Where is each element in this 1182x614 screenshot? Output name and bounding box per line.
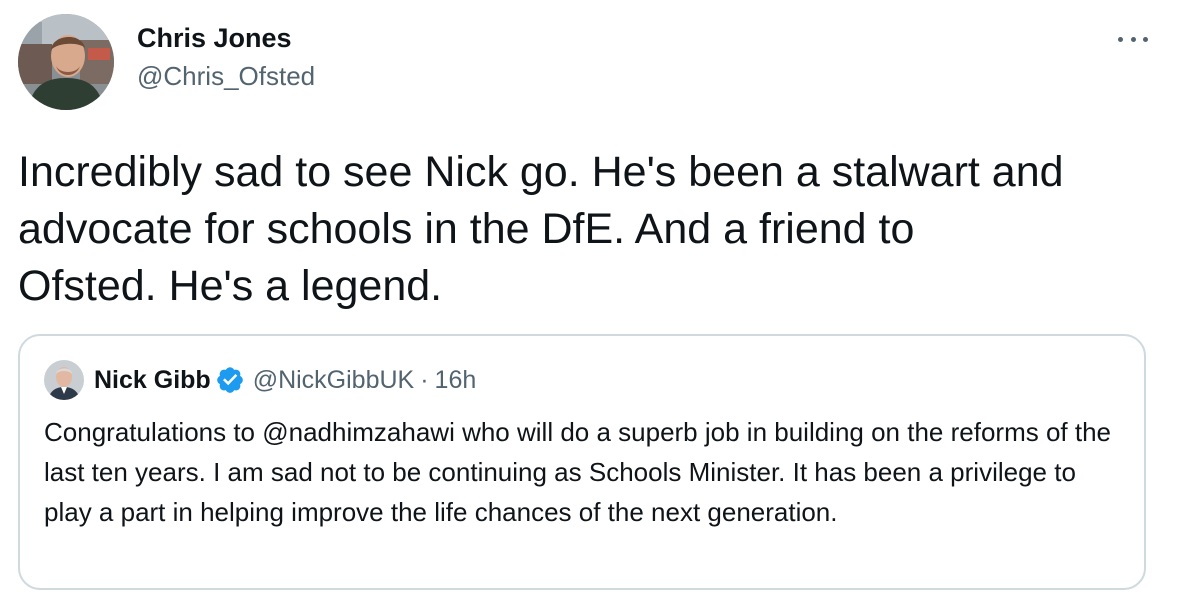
quoted-author-avatar[interactable] (44, 360, 84, 400)
ellipsis-icon-dot (1143, 36, 1148, 42)
quoted-tweet-header: Nick Gibb @NickGibbUK · 16h (44, 360, 476, 400)
tweet-header: Chris Jones @Chris_Ofsted (18, 14, 315, 110)
quoted-tweet[interactable]: Nick Gibb @NickGibbUK · 16h Congratulati… (18, 334, 1146, 590)
quoted-author-avatar-image (44, 360, 84, 400)
author-handle[interactable]: @Chris_Ofsted (137, 59, 315, 93)
quoted-author-name[interactable]: Nick Gibb (94, 366, 211, 395)
author-display-name[interactable]: Chris Jones (137, 21, 315, 55)
quoted-tweet-timestamp[interactable]: 16h (435, 366, 477, 395)
tweet-card: Chris Jones @Chris_Ofsted Incredibly sad… (0, 0, 1182, 614)
tweet-text: Incredibly sad to see Nick go. He's been… (18, 148, 1064, 310)
author-names: Chris Jones @Chris_Ofsted (137, 21, 315, 93)
author-avatar[interactable] (18, 14, 114, 110)
quoted-author-handle[interactable]: @NickGibbUK (253, 366, 415, 395)
ellipsis-icon (1118, 36, 1123, 42)
author-avatar-image (18, 14, 114, 110)
ellipsis-icon-dot (1130, 36, 1136, 42)
more-options-button[interactable] (1118, 26, 1148, 52)
quoted-tweet-text: Congratulations to @nadhimzahawi who wil… (44, 417, 1112, 527)
verified-badge-icon (215, 365, 245, 395)
separator-dot: · (420, 365, 429, 394)
